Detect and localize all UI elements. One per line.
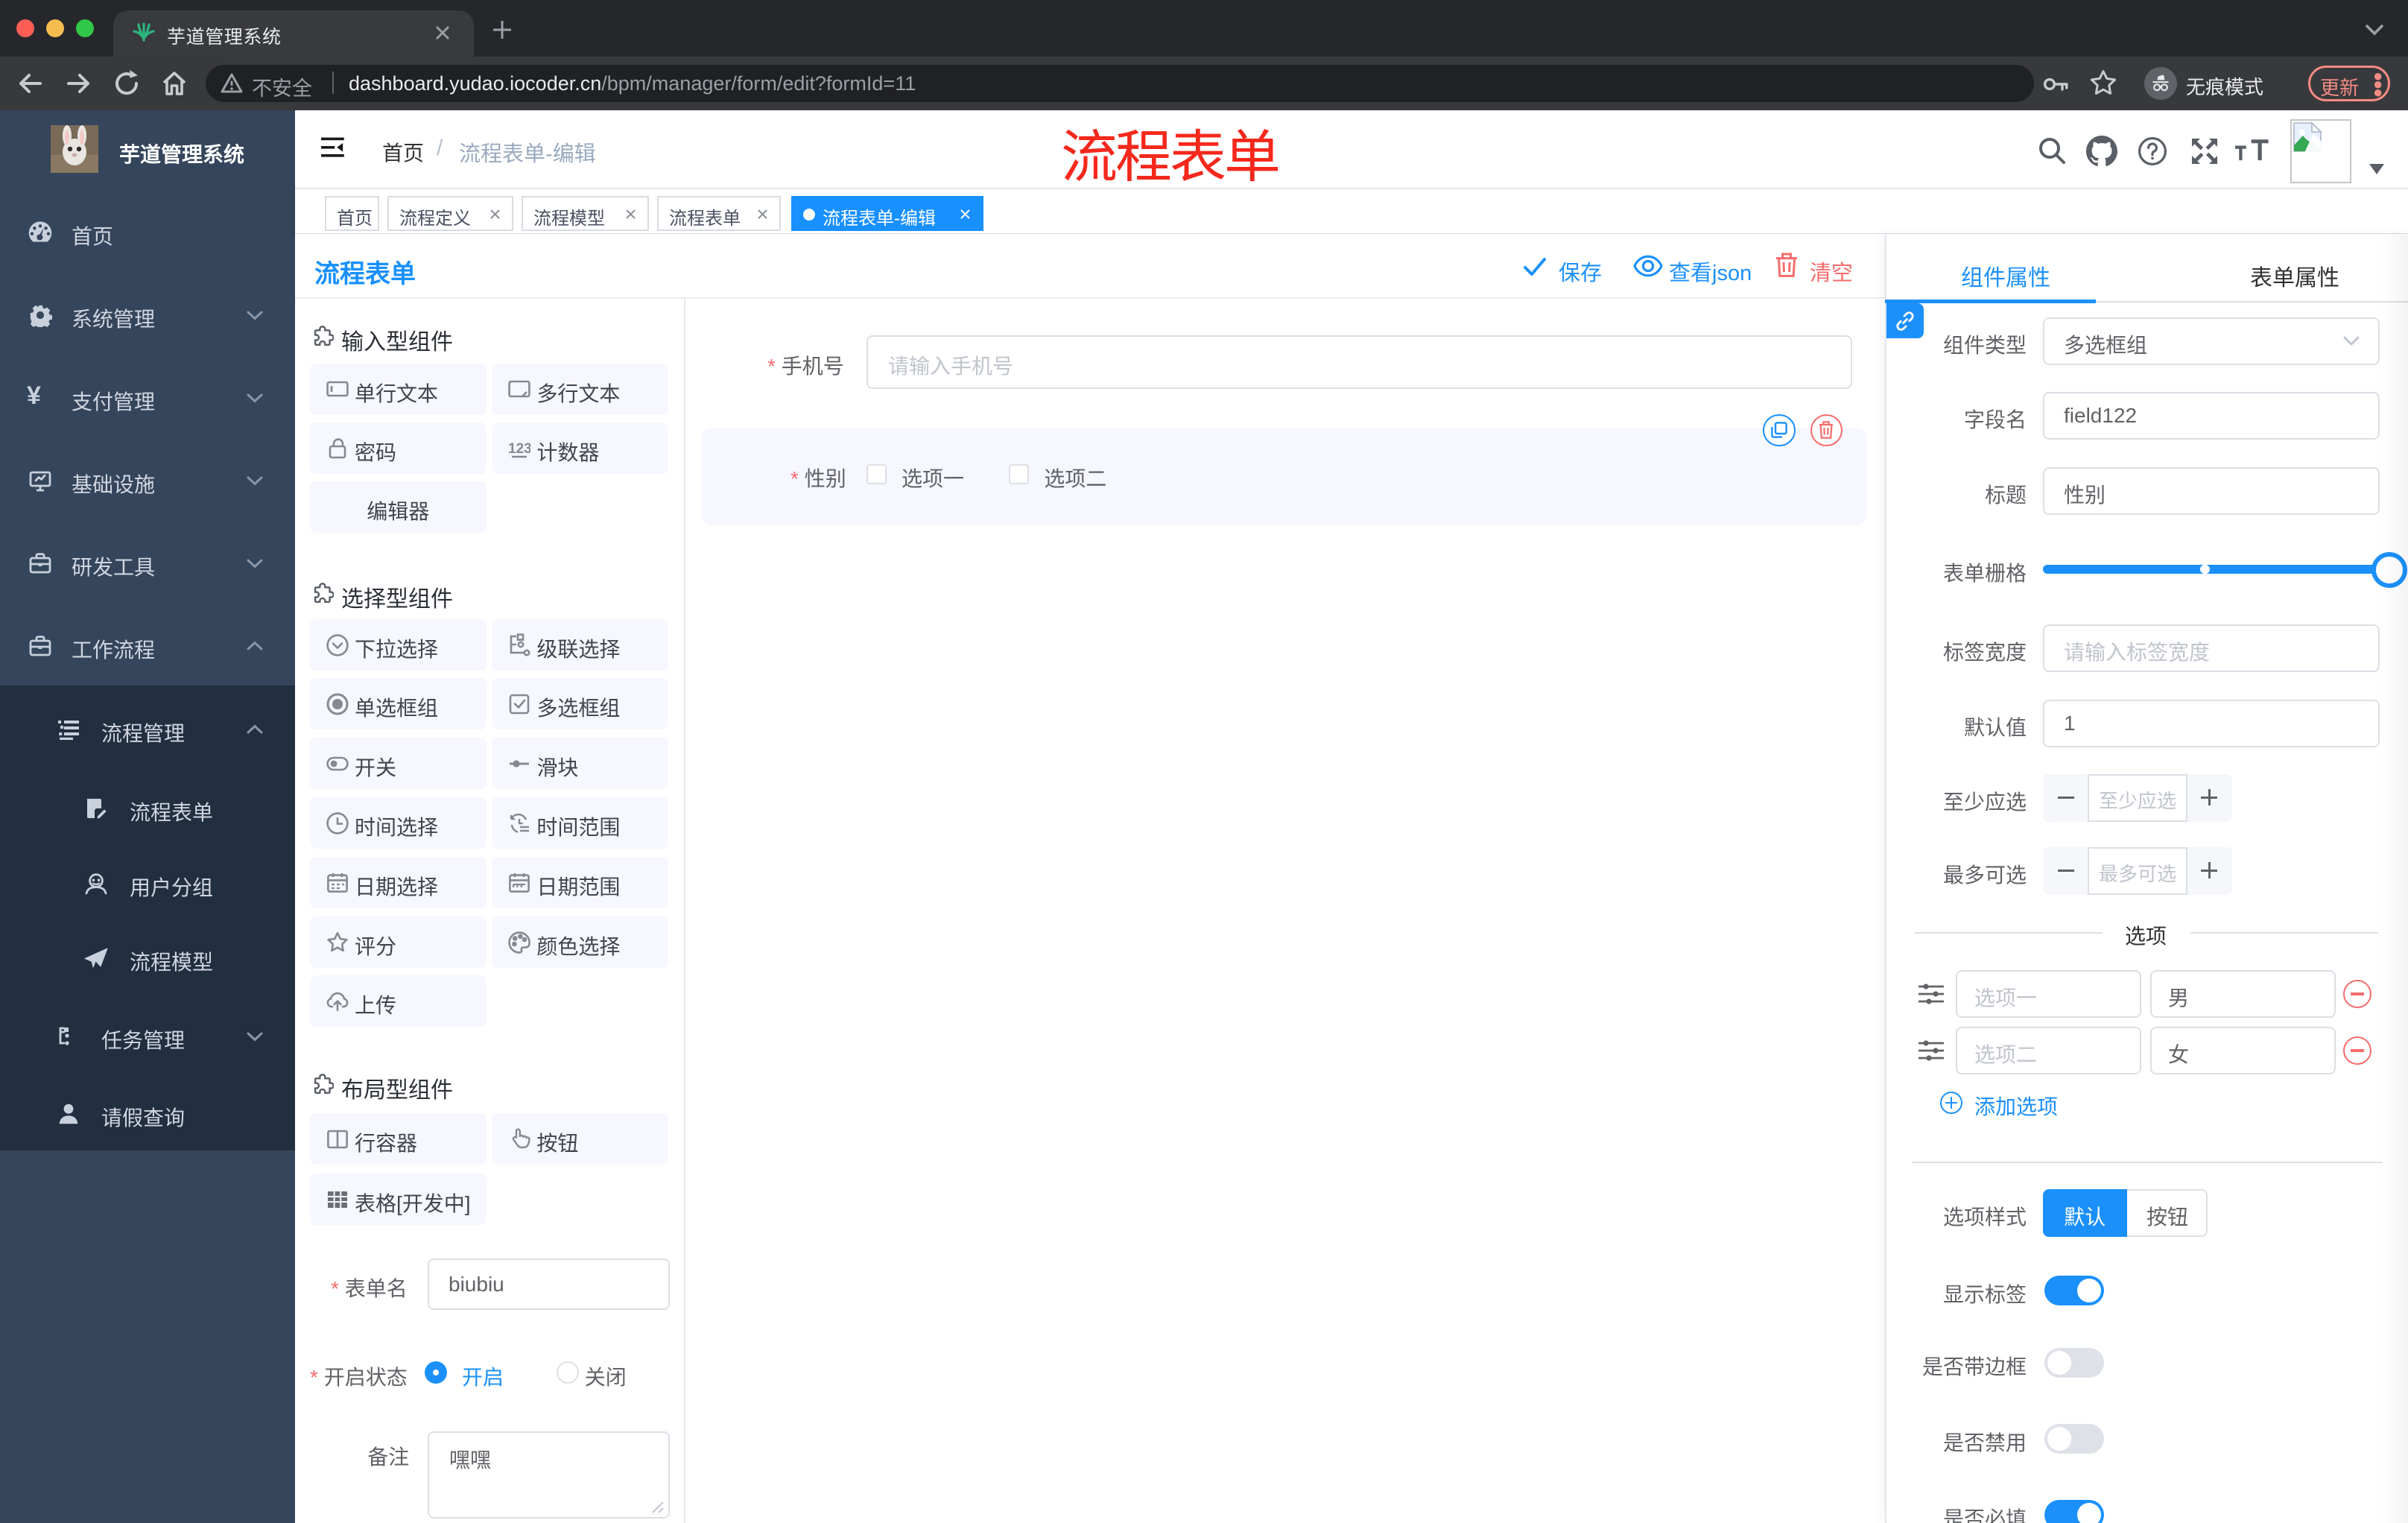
svg-text:123: 123 [508, 441, 530, 457]
